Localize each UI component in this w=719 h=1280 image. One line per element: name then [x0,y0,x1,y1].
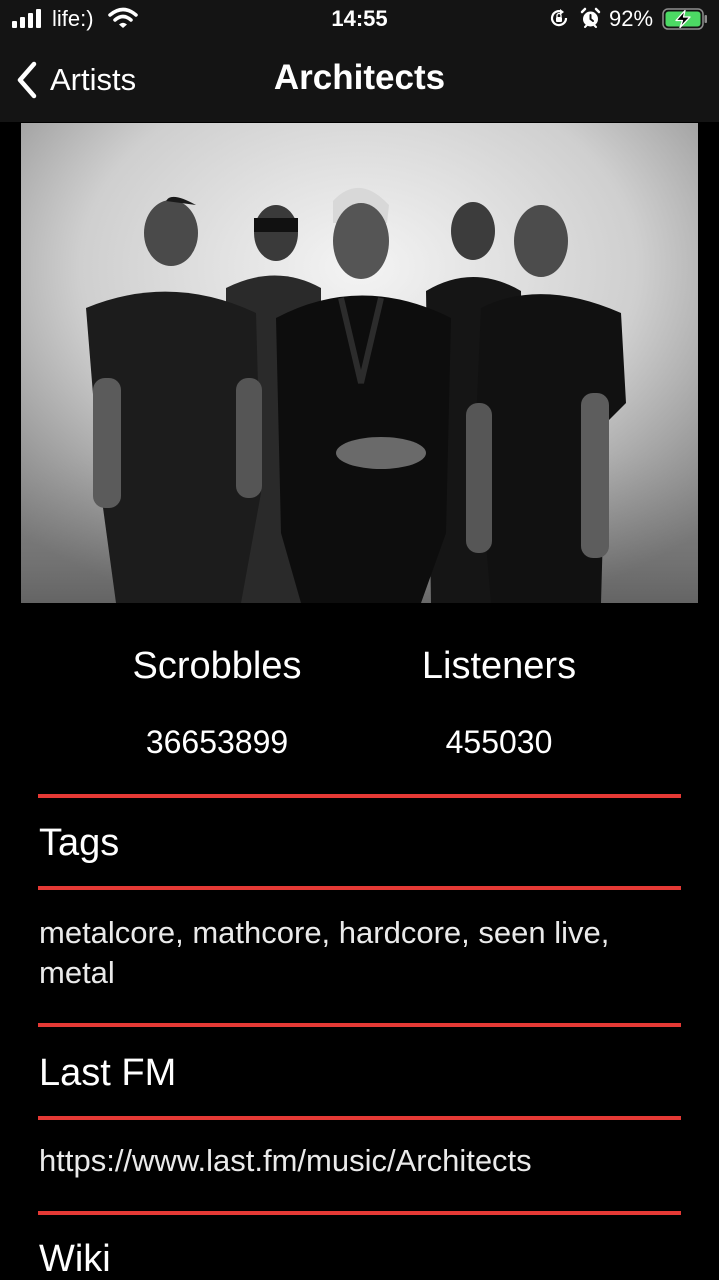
rotation-lock-icon [550,9,568,27]
artist-photo [21,123,698,603]
tags-header: Tags [39,822,120,864]
section-divider [38,886,681,890]
section-divider [38,1211,681,1215]
artist-detail-screen: life:) 14:55 92% Artists Architects Scro… [0,0,719,1280]
scrobbles-label: Scrobbles [132,645,302,687]
battery-charging-icon [662,8,707,30]
tags-text: metalcore, mathcore, hardcore, seen live… [39,915,610,990]
lastfm-link[interactable]: https://www.last.fm/music/Architects [39,1141,659,1181]
battery-percentage: 92% [609,6,654,31]
listeners-value: 455030 [445,724,553,760]
wiki-header: Wiki [39,1238,111,1280]
listeners-label: Listeners [421,645,577,687]
status-bar: life:) 14:55 92% [0,0,719,40]
alarm-icon [580,7,601,28]
navigation-bar: Artists Architects [0,40,719,122]
lastfm-header: Last FM [39,1052,177,1094]
section-divider [38,1116,681,1120]
section-divider [38,1023,681,1027]
page-title: Architects [273,58,446,97]
scrobbles-value: 36653899 [145,724,289,760]
section-divider [38,794,681,798]
